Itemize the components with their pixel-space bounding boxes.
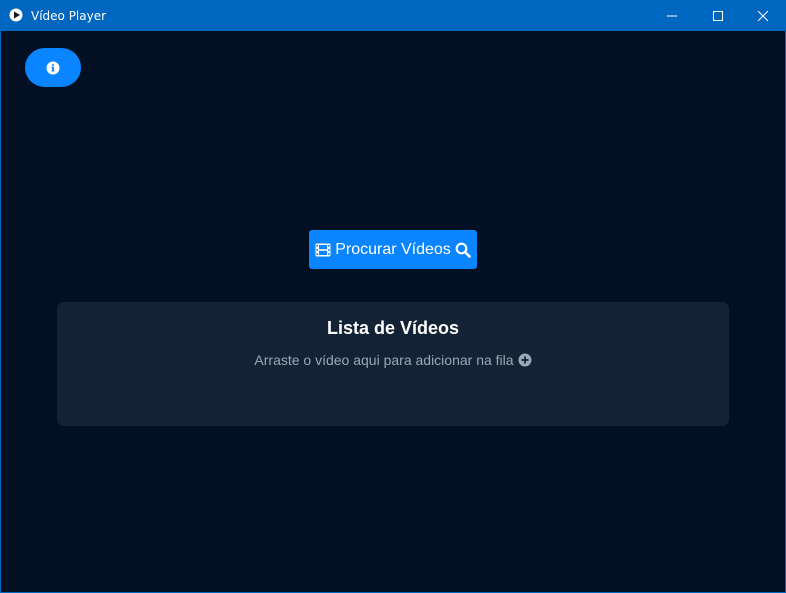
search-icon xyxy=(455,242,471,258)
window-title: Vídeo Player xyxy=(31,9,107,23)
plus-circle-icon xyxy=(518,353,532,367)
drop-hint-text: Arraste o vídeo aqui para adicionar na f… xyxy=(254,352,514,368)
close-icon xyxy=(758,11,768,21)
browse-videos-button[interactable]: Procurar Vídeos xyxy=(309,230,477,269)
info-icon xyxy=(46,61,60,74)
maximize-button[interactable] xyxy=(695,1,741,31)
title-bar[interactable]: Vídeo Player xyxy=(1,1,785,31)
video-list-dropzone[interactable]: Lista de Vídeos Arraste o vídeo aqui par… xyxy=(57,302,729,426)
info-button[interactable] xyxy=(25,48,81,87)
minimize-icon xyxy=(667,15,677,17)
minimize-button[interactable] xyxy=(649,1,695,31)
video-list-title: Lista de Vídeos xyxy=(326,318,460,338)
app-window: Vídeo Player Procurar Vídeos Lista de Ví… xyxy=(0,0,786,593)
close-button[interactable] xyxy=(740,1,785,31)
film-icon xyxy=(315,243,331,256)
play-logo-icon xyxy=(9,8,23,22)
maximize-icon xyxy=(713,11,723,21)
main-content: Procurar Vídeos Lista de Vídeos Arraste … xyxy=(1,31,785,592)
browse-videos-label: Procurar Vídeos xyxy=(335,240,451,258)
video-list-hint: Arraste o vídeo aqui para adicionar na f… xyxy=(57,352,729,368)
